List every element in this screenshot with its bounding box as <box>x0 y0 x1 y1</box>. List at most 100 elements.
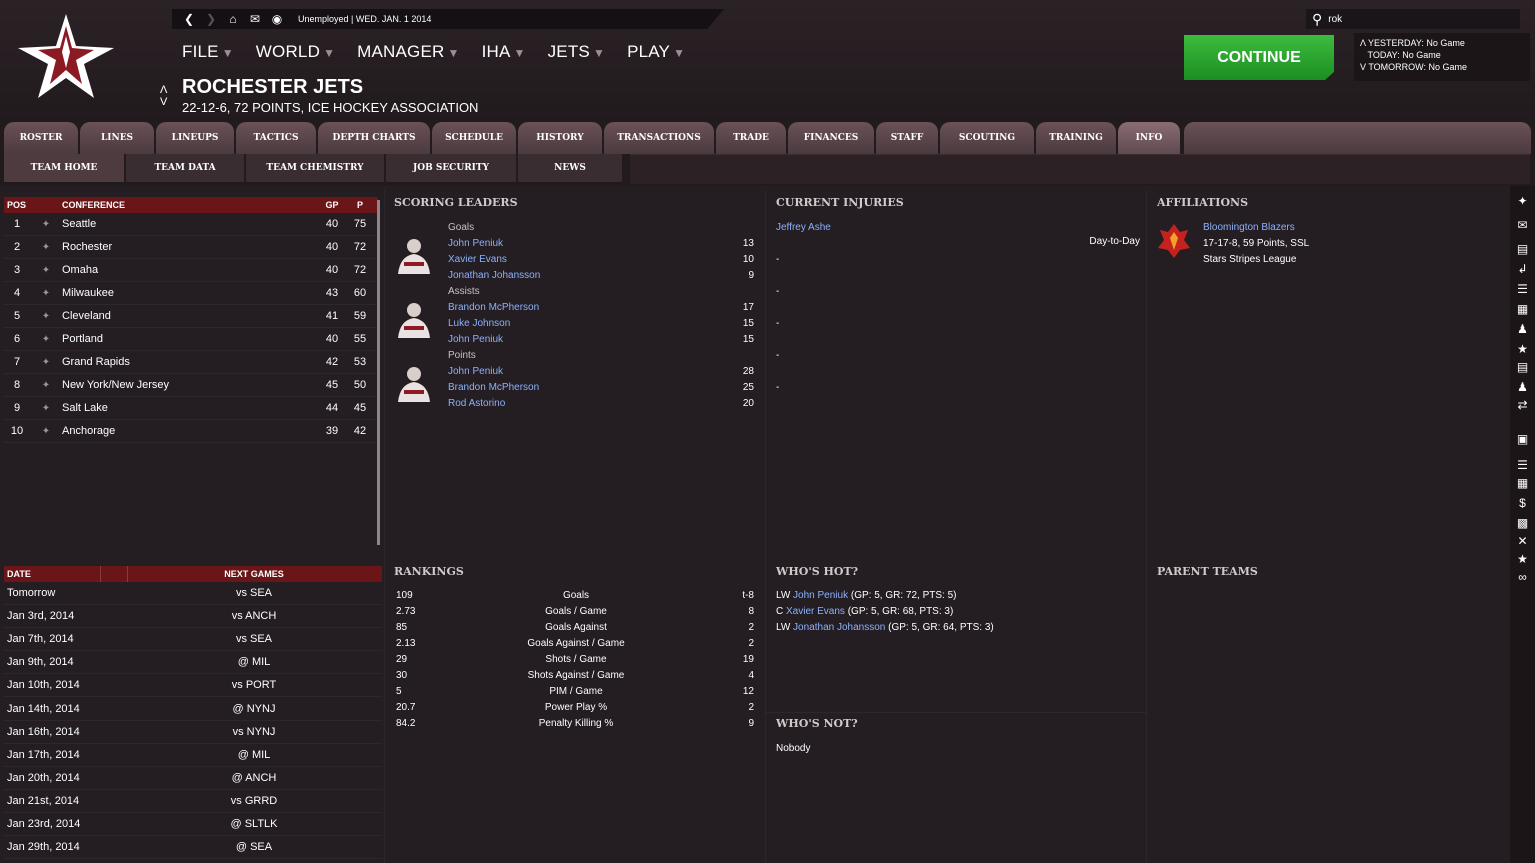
standings-row[interactable]: 8 ✦ New York/New Jersey 45 50 <box>4 374 378 397</box>
affiliate-team-link[interactable]: Bloomington Blazers <box>1203 222 1295 233</box>
standings-team[interactable]: Portland <box>62 333 318 345</box>
globe-icon[interactable]: ◉ <box>270 12 284 26</box>
standings-row[interactable]: 2 ✦ Rochester 40 72 <box>4 236 378 259</box>
crossed-sticks-icon[interactable]: ✕ <box>1510 534 1535 548</box>
standings-row[interactable]: 1 ✦ Seattle 40 75 <box>4 213 378 236</box>
next-game-row[interactable]: Jan 7th, 2014 vs SEA <box>4 628 382 652</box>
menu-jets[interactable]: JETS ▼ <box>548 42 605 62</box>
menu-iha[interactable]: IHA ▼ <box>482 42 526 62</box>
leader-player-link[interactable]: Rod Astorino <box>448 398 505 409</box>
standings-row[interactable]: 9 ✦ Salt Lake 44 45 <box>4 397 378 420</box>
back-icon[interactable]: ❮ <box>182 12 196 26</box>
standings-team[interactable]: Seattle <box>62 218 318 230</box>
tab-history[interactable]: HISTORY <box>518 122 602 154</box>
leader-player-link[interactable]: Luke Johnson <box>448 318 510 329</box>
game-opponent[interactable]: vs ANCH <box>194 610 314 622</box>
next-game-row[interactable]: Jan 23rd, 2014 @ SLTLK <box>4 813 382 837</box>
next-game-row[interactable]: Jan 17th, 2014 @ MIL <box>4 744 382 767</box>
standings-scrollbar[interactable] <box>377 200 380 545</box>
tab-team-home[interactable]: TEAM HOME <box>4 154 124 184</box>
leader-player-link[interactable]: Xavier Evans <box>448 254 507 265</box>
game-opponent[interactable]: vs SEA <box>194 587 314 599</box>
injured-player-link[interactable]: Jeffrey Ashe <box>776 222 831 233</box>
game-opponent[interactable]: @ ANCH <box>194 772 314 784</box>
trophy-icon[interactable]: ★ <box>1510 342 1535 356</box>
player-avatar[interactable] <box>394 234 434 274</box>
next-game-row[interactable]: Jan 3rd, 2014 vs ANCH <box>4 605 382 629</box>
continue-button[interactable]: CONTINUE <box>1184 35 1334 80</box>
dollar-icon[interactable]: $ <box>1510 496 1535 510</box>
header-p[interactable]: P <box>346 200 374 210</box>
standings-row[interactable]: 5 ✦ Cleveland 41 59 <box>4 305 378 328</box>
game-opponent[interactable]: @ MIL <box>194 749 314 761</box>
standings-row[interactable]: 6 ✦ Portland 40 55 <box>4 328 378 351</box>
standings-row[interactable]: 4 ✦ Milwaukee 43 60 <box>4 282 378 305</box>
game-opponent[interactable]: @ NYNJ <box>194 703 314 715</box>
player-avatar[interactable] <box>394 298 434 338</box>
next-game-row[interactable]: Jan 20th, 2014 @ ANCH <box>4 767 382 790</box>
document-icon[interactable]: ▤ <box>1510 360 1535 374</box>
tab-team-data[interactable]: TEAM DATA <box>126 154 244 184</box>
team-logo[interactable] <box>14 12 118 100</box>
game-opponent[interactable]: vs NYNJ <box>194 726 314 738</box>
tab-lines[interactable]: LINES <box>80 122 154 154</box>
header-gp[interactable]: GP <box>318 200 346 210</box>
next-game-row[interactable]: Jan 9th, 2014 @ MIL <box>4 651 382 675</box>
forward-icon[interactable]: ❯ <box>204 12 218 26</box>
home-icon[interactable]: ⌂ <box>226 12 240 26</box>
leader-player-link[interactable]: John Peniuk <box>448 334 503 345</box>
tab-tactics[interactable]: TACTICS <box>236 122 316 154</box>
header-conference[interactable]: CONFERENCE <box>62 200 318 210</box>
staff-icon[interactable]: ♟ <box>1510 322 1535 336</box>
hot-player-link[interactable]: John Peniuk <box>793 590 848 601</box>
trade-icon[interactable]: ⇄ <box>1510 398 1535 412</box>
list-icon[interactable]: ☰ <box>1510 458 1535 472</box>
standings-team[interactable]: Milwaukee <box>62 287 318 299</box>
standings-team[interactable]: Rochester <box>62 241 318 253</box>
jets-logo-icon[interactable]: ✦ <box>1510 194 1535 208</box>
next-game-row[interactable]: Jan 14th, 2014 @ NYNJ <box>4 697 382 721</box>
game-opponent[interactable]: vs PORT <box>194 679 314 691</box>
award-icon[interactable]: ★ <box>1510 552 1535 566</box>
affiliate-logo[interactable] <box>1156 222 1192 260</box>
tab-info[interactable]: INFO <box>1118 122 1180 154</box>
search-field[interactable]: ⚲ rok <box>1306 9 1520 29</box>
standings-team[interactable]: New York/New Jersey <box>62 379 318 391</box>
tab-finances[interactable]: FINANCES <box>788 122 874 154</box>
header-pos[interactable]: POS <box>4 200 30 210</box>
tab-staff[interactable]: STAFF <box>876 122 938 154</box>
next-game-row[interactable]: Tomorrow vs SEA <box>4 582 382 606</box>
next-game-row[interactable]: Jan 29th, 2014 @ SEA <box>4 836 382 860</box>
leader-player-link[interactable]: Jonathan Johansson <box>448 270 540 281</box>
tab-job-security[interactable]: JOB SECURITY <box>386 154 516 184</box>
standings-team[interactable]: Omaha <box>62 264 318 276</box>
leader-player-link[interactable]: Brandon McPherson <box>448 302 539 313</box>
next-game-row[interactable]: Jan 21st, 2014 vs GRRD <box>4 790 382 813</box>
standings-row[interactable]: 7 ✦ Grand Rapids 42 53 <box>4 351 378 374</box>
league-logo-icon[interactable]: ▣ <box>1510 432 1535 446</box>
tab-lineups[interactable]: LINEUPS <box>156 122 234 154</box>
lines-icon[interactable]: ☰ <box>1510 282 1535 296</box>
next-game-row[interactable]: Jan 16th, 2014 vs NYNJ <box>4 721 382 744</box>
menu-file[interactable]: FILE ▼ <box>182 42 234 62</box>
tab-schedule[interactable]: SCHEDULE <box>432 122 516 154</box>
menu-world[interactable]: WORLD ▼ <box>256 42 335 62</box>
tab-transactions[interactable]: TRANSACTIONS <box>604 122 714 154</box>
finances-people-icon[interactable]: ♟ <box>1510 380 1535 394</box>
tab-team-chemistry[interactable]: TEAM CHEMISTRY <box>246 154 384 184</box>
tab-depth-charts[interactable]: DEPTH CHARTS <box>318 122 430 154</box>
tab-training[interactable]: TRAINING <box>1036 122 1116 154</box>
hot-player-link[interactable]: Jonathan Johansson <box>793 622 885 633</box>
game-opponent[interactable]: vs GRRD <box>194 795 314 807</box>
hockey-stick-icon[interactable]: ↲ <box>1510 262 1535 276</box>
game-opponent[interactable]: vs SEA <box>194 633 314 645</box>
search-input[interactable]: rok <box>1328 14 1342 25</box>
tactics-board-icon[interactable]: ▦ <box>1510 302 1535 316</box>
stats-icon[interactable]: ▩ <box>1510 516 1535 530</box>
standings-team[interactable]: Anchorage <box>62 425 318 437</box>
game-opponent[interactable]: @ MIL <box>194 656 314 668</box>
standings-row[interactable]: 10 ✦ Anchorage 39 42 <box>4 420 378 443</box>
leader-player-link[interactable]: Brandon McPherson <box>448 382 539 393</box>
player-avatar[interactable] <box>394 362 434 402</box>
tab-scouting[interactable]: SCOUTING <box>940 122 1034 154</box>
